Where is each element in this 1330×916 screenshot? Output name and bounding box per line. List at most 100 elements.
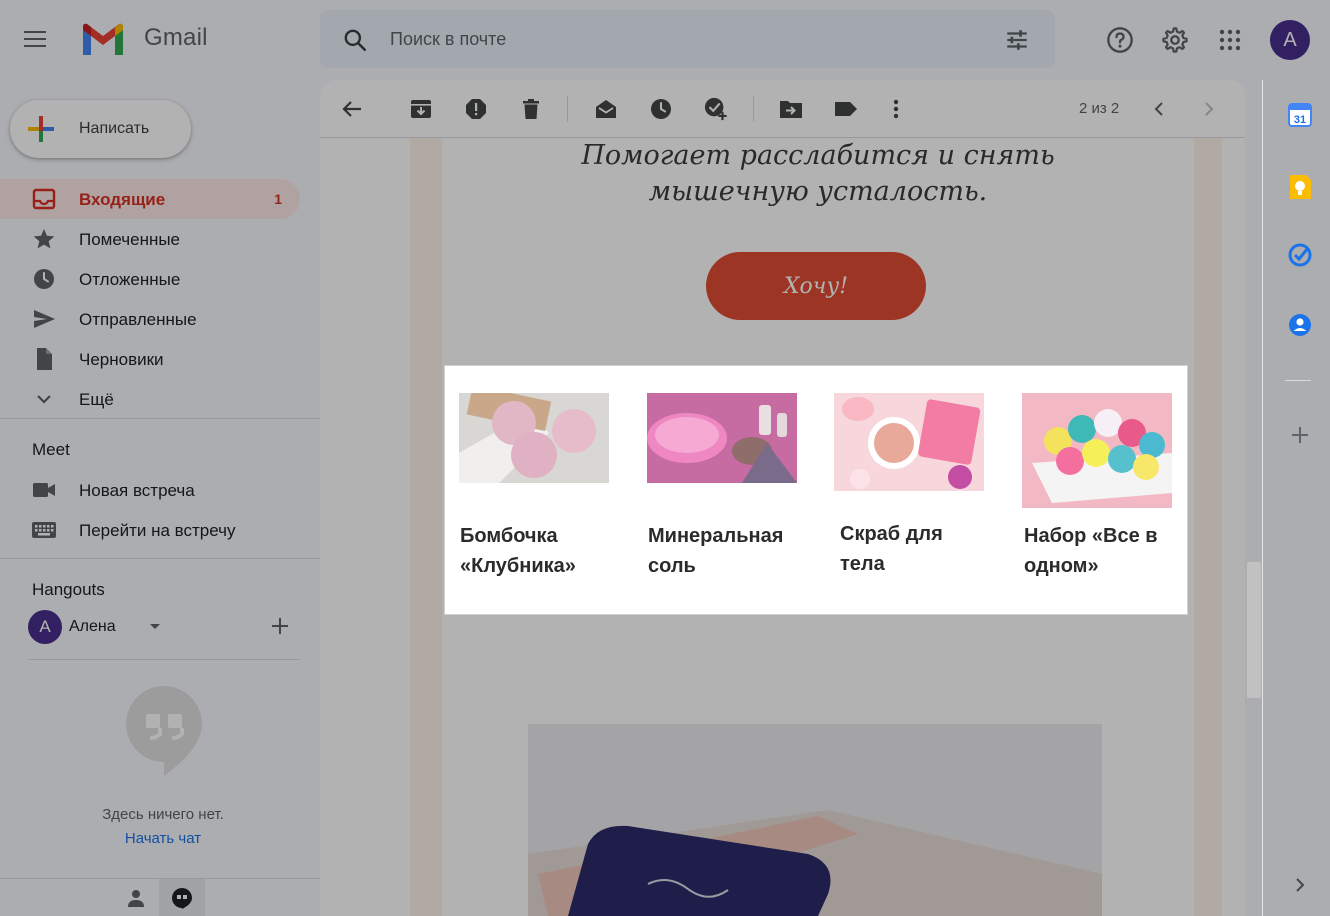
calendar-day: 31	[1294, 114, 1306, 126]
pagination-text: 2 из 2	[1079, 100, 1120, 117]
add-contact-icon[interactable]	[268, 614, 292, 638]
search-input[interactable]	[390, 24, 950, 54]
product-image	[1022, 393, 1172, 508]
search-options-icon[interactable]	[1004, 27, 1030, 53]
main-menu-icon[interactable]	[24, 28, 64, 52]
product-name-line: соль	[648, 555, 696, 577]
contacts-icon[interactable]	[1287, 312, 1313, 338]
keep-icon[interactable]	[1287, 174, 1313, 200]
tasks-icon[interactable]	[1287, 242, 1313, 268]
sidebar-item-sent[interactable]: Отправленные	[0, 299, 300, 339]
sidebar-item-label: Новая встреча	[79, 481, 195, 500]
product-name: Бомбочка «Клубника»	[460, 521, 610, 581]
sidebar-divider	[0, 418, 320, 419]
apps-icon[interactable]	[1212, 22, 1248, 58]
tagline-line: Помогает расслабится и снять	[581, 140, 1055, 171]
sidebar-item-label: Отложенные	[79, 270, 181, 289]
product-image	[459, 393, 609, 483]
sidebar-item-label: Перейти на встречу	[79, 521, 236, 540]
hangouts-bottom-tabs	[0, 878, 320, 916]
chevron-down-icon	[37, 395, 51, 404]
product-name-line: Бомбочка	[460, 525, 558, 547]
settings-icon[interactable]	[1157, 22, 1193, 58]
sidebar-item-join-meeting[interactable]: Перейти на встречу	[0, 510, 300, 550]
start-chat-link[interactable]: Начать чат	[0, 830, 326, 847]
calendar-icon[interactable]: 31	[1287, 102, 1313, 128]
compose-button[interactable]: Написать	[10, 100, 191, 158]
add-addon-icon[interactable]	[1287, 422, 1313, 448]
caret-down-icon[interactable]	[150, 624, 160, 629]
product-image	[647, 393, 797, 483]
report-spam-icon[interactable]	[464, 97, 488, 121]
back-arrow-icon[interactable]	[340, 97, 364, 121]
keyboard-icon	[32, 522, 56, 538]
meet-section-title: Meet	[32, 440, 70, 459]
product-name-line: тела	[840, 553, 885, 575]
bottle-photo	[528, 724, 1102, 916]
product-name-line: Скраб для	[840, 523, 943, 545]
star-icon	[33, 229, 55, 249]
hangouts-user[interactable]: A Алена	[28, 610, 308, 644]
product-image	[834, 393, 984, 491]
product-block: Бомбочка «Клубника» Минеральная соль Скр…	[445, 366, 1187, 614]
toolbar-divider	[753, 96, 754, 122]
hangouts-empty-icon	[126, 686, 202, 776]
chevron-left-icon[interactable]	[1147, 97, 1171, 121]
email-tagline: Помогает расслабится и снять мышечную ус…	[442, 138, 1194, 210]
hangouts-avatar: A	[28, 610, 62, 644]
side-panel-divider	[1285, 380, 1311, 381]
mark-unread-icon[interactable]	[594, 97, 618, 121]
expand-icon[interactable]	[1287, 872, 1313, 898]
sidebar-divider	[0, 558, 320, 559]
sidebar-item-drafts[interactable]: Черновики	[0, 339, 300, 379]
sidebar-item-more[interactable]: Ещё	[0, 379, 300, 419]
sidebar-item-snoozed[interactable]: Отложенные	[0, 259, 300, 299]
sidebar-item-label: Помеченные	[79, 230, 181, 249]
product-name: Скраб для тела	[840, 519, 990, 579]
product-photo[interactable]	[528, 724, 1102, 916]
sidebar-item-label: Входящие	[79, 190, 166, 209]
search-icon[interactable]	[342, 27, 368, 53]
chevron-right-icon[interactable]	[1197, 97, 1221, 121]
side-panel: 31	[1262, 80, 1330, 916]
sidebar-item-label: Отправленные	[79, 310, 197, 329]
hangouts-icon	[172, 888, 192, 909]
compose-plus-icon	[28, 116, 54, 142]
account-avatar[interactable]: A	[1270, 20, 1310, 60]
toolbar-divider	[567, 96, 568, 122]
scrollbar-thumb[interactable]	[1247, 562, 1261, 698]
conversations-tab[interactable]	[159, 879, 205, 916]
hangouts-user-name: Алена	[69, 618, 116, 635]
product-name: Набор «Все в одном»	[1024, 521, 1174, 581]
add-task-icon[interactable]	[704, 97, 728, 121]
archive-icon[interactable]	[409, 97, 433, 121]
sidebar-item-inbox[interactable]: Входящие 1	[0, 179, 300, 219]
product-name-line: Набор «Все в	[1024, 525, 1158, 547]
search-bar[interactable]	[320, 10, 1055, 68]
contacts-tab[interactable]	[113, 879, 159, 916]
more-vert-icon[interactable]	[884, 97, 908, 121]
unread-count-badge: 1	[274, 191, 282, 207]
video-icon	[33, 483, 55, 497]
tagline-line: мышечную усталость.	[648, 176, 988, 207]
label-icon[interactable]	[834, 97, 858, 121]
draft-icon	[37, 348, 52, 370]
sidebar-item-label: Ещё	[79, 390, 114, 409]
hangouts-section-title: Hangouts	[32, 580, 105, 599]
clock-icon	[34, 269, 54, 289]
gmail-logo-icon[interactable]	[80, 22, 126, 58]
product-name-line: одном»	[1024, 555, 1099, 577]
hangouts-empty-text: Здесь ничего нет.	[102, 806, 224, 823]
person-icon	[128, 890, 144, 907]
help-icon[interactable]	[1102, 22, 1138, 58]
product-name: Минеральная соль	[648, 521, 798, 581]
snooze-icon[interactable]	[649, 97, 673, 121]
sidebar-item-new-meeting[interactable]: Новая встреча	[0, 470, 300, 510]
delete-icon[interactable]	[519, 97, 543, 121]
sidebar-item-starred[interactable]: Помеченные	[0, 219, 300, 259]
move-to-icon[interactable]	[779, 97, 803, 121]
header: Gmail A	[0, 0, 1330, 80]
product-name-line: «Клубника»	[460, 555, 576, 577]
cta-button[interactable]: Хочу!	[706, 252, 926, 320]
hangouts-divider	[28, 659, 299, 660]
